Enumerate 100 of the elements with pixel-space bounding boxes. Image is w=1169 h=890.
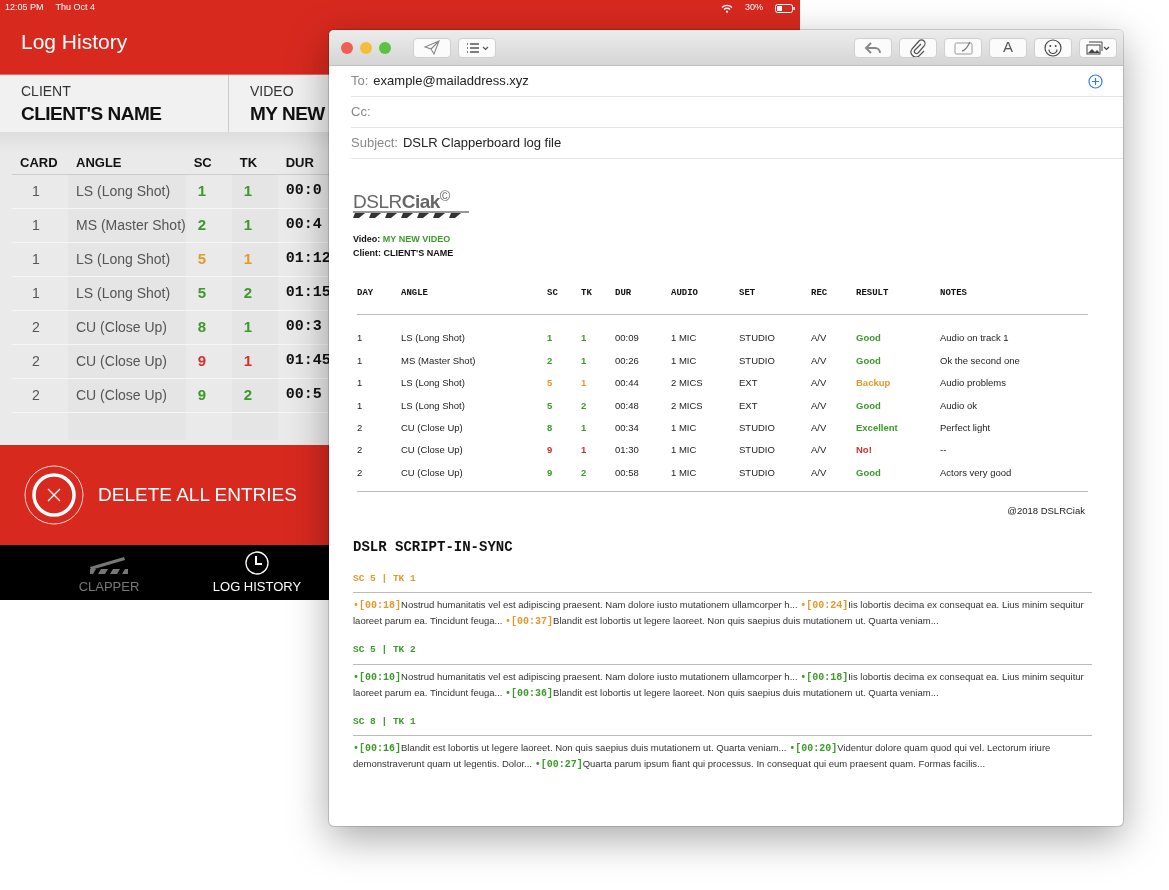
table-cell: 9 bbox=[547, 467, 553, 479]
table-cell: A/V bbox=[811, 331, 827, 343]
table-cell: 1 bbox=[357, 355, 363, 366]
column-header: REC bbox=[811, 288, 828, 298]
toolbar-button[interactable] bbox=[899, 37, 937, 58]
script-paragraph: •[00:18]Nostrud humanitatis vel est adipiscing praesent. Nam dolore iusto mutationem ullamcorper h... •[00:24]Iis lobortis decima ex consequat ea. Lius minim sequitur laoreet parum ea. Tincidunt feuga... •[00:37]Blandit est lobortis ut legere laoreet. Non quis saepius duis mutationem ut. Quarta veniam... bbox=[353, 598, 1085, 630]
table-cell: 1 MIC bbox=[671, 444, 697, 456]
column-header: DAY bbox=[357, 288, 374, 298]
status-date: Thu Oct 4 bbox=[55, 1, 96, 15]
clock-icon bbox=[245, 550, 269, 575]
script-heading: SC 8 | TK 1 bbox=[353, 715, 416, 727]
column-header: SC bbox=[547, 288, 558, 298]
table-cell: 8 bbox=[185, 310, 232, 344]
table-cell: A/V bbox=[811, 355, 827, 366]
add-icon[interactable] bbox=[1088, 73, 1103, 89]
info-label: VIDEO bbox=[250, 84, 294, 100]
table-cell: Backup bbox=[856, 377, 891, 389]
clapper-stripes-icon bbox=[353, 211, 469, 219]
table-cell: EXT bbox=[739, 377, 758, 389]
table-cell: 2 bbox=[581, 399, 587, 411]
close-icon bbox=[24, 465, 84, 525]
battery-icon bbox=[775, 3, 795, 13]
script-heading: SC 5 | TK 1 bbox=[353, 573, 416, 585]
field-value[interactable]: DSLR Clapperboard log file bbox=[403, 133, 1103, 153]
table-cell: 9 bbox=[547, 444, 553, 456]
table-cell: 1 MIC bbox=[671, 421, 697, 433]
column-header: DUR bbox=[615, 288, 632, 298]
table-cell: EXT bbox=[739, 399, 758, 411]
info-value: MY NEW bbox=[250, 103, 325, 126]
table-cell: 1 MIC bbox=[671, 331, 697, 343]
table-cell: 2 bbox=[231, 378, 278, 412]
table-cell: STUDIO bbox=[739, 331, 775, 343]
script-paragraph: •[00:16]Blandit est lobortis ut legere laoreet. Non quis saepius duis mutationem ut. Quarta veniam... •[00:20]Videntur dolore quam quod qui vel. Lectorum iriure demonstraverunt quam ut legentis. Dolor... •[00:27]Quarta parum ipsum fiant qui processus. In consequat qui eum praesent quam. Formas facilis... bbox=[353, 741, 1052, 772]
table-cell: CU (Close Up) bbox=[68, 344, 186, 378]
table-cell: MS (Master Shot) bbox=[401, 355, 476, 366]
table-cell: 1 bbox=[231, 310, 278, 344]
field-value[interactable]: example@mailaddress.xyz bbox=[373, 71, 1088, 91]
script-paragraph: •[00:10]Nostrud humanitatis vel est adipiscing praesent. Nam dolore iusto mutationem ullamcorper h... •[00:18]Iis lobortis decima ex consequat ea. Lius minim sequitur laoreet parum ea. Tincidunt feuga... •[00:36]Blandit est lobortis ut legere laoreet. Non quis saepius duis mutationem ut. Quarta veniam... bbox=[353, 669, 1085, 701]
table-cell: A/V bbox=[811, 377, 827, 389]
meta-label: Video: bbox=[353, 234, 381, 244]
table-cell: 2 bbox=[185, 208, 232, 242]
table-cell: 2 bbox=[547, 355, 553, 366]
table-cell: 8 bbox=[547, 421, 553, 433]
table-cell: 1 bbox=[581, 421, 587, 433]
video-name: MY NEW VIDEO bbox=[382, 234, 451, 244]
column-header: NOTES bbox=[940, 288, 967, 298]
column-header: RESULT bbox=[856, 288, 889, 298]
column-header: ANGLE bbox=[68, 152, 186, 174]
table-cell: Audio ok bbox=[940, 399, 977, 411]
toolbar-button[interactable] bbox=[1079, 37, 1117, 58]
markup-icon bbox=[953, 39, 973, 56]
table-cell: A/V bbox=[811, 421, 827, 433]
tab[interactable]: CLAPPER bbox=[31, 545, 187, 600]
table-cell: STUDIO bbox=[739, 444, 775, 456]
table-cell: Ok the second one bbox=[940, 355, 1020, 366]
table-cell: Audio on track 1 bbox=[940, 331, 1009, 343]
status-time: 12:05 PM bbox=[5, 1, 44, 15]
table-cell: 1 bbox=[185, 174, 232, 208]
copyright-text: @2018 DSLRCiak bbox=[1006, 504, 1085, 518]
table-cell: STUDIO bbox=[739, 355, 775, 366]
column-header: TK bbox=[231, 152, 278, 174]
table-cell: A/V bbox=[811, 399, 827, 411]
table-cell: Perfect light bbox=[940, 421, 991, 433]
table-cell: A/V bbox=[811, 467, 827, 479]
battery-percent: 30% bbox=[745, 1, 763, 15]
table-cell: 5 bbox=[185, 242, 232, 276]
field-label: Subject: bbox=[351, 134, 398, 153]
table-cell: 1 bbox=[231, 208, 278, 242]
smiley-icon bbox=[1044, 38, 1062, 57]
window-control[interactable] bbox=[341, 41, 353, 54]
toolbar-button[interactable]: A bbox=[989, 37, 1027, 58]
table-cell: 00:26 bbox=[615, 355, 639, 366]
table-cell: 1 bbox=[581, 355, 587, 366]
window-control[interactable] bbox=[379, 41, 391, 54]
table-cell: Actors very good bbox=[940, 467, 1012, 479]
table-cell: 2 bbox=[581, 467, 587, 479]
table-cell: 9 bbox=[185, 344, 232, 378]
table-cell: LS (Long Shot) bbox=[401, 331, 465, 343]
table-cell: STUDIO bbox=[739, 467, 775, 479]
table-cell: 1 bbox=[357, 377, 363, 389]
toolbar-button[interactable] bbox=[1034, 37, 1072, 58]
table-cell: 2 bbox=[231, 276, 278, 310]
table-cell: 1 bbox=[357, 399, 363, 411]
column-header: CARD bbox=[12, 152, 68, 174]
table-cell: Audio problems bbox=[940, 377, 1006, 389]
script-heading: SC 5 | TK 2 bbox=[353, 644, 416, 656]
table-cell: 1 bbox=[581, 377, 587, 389]
table-cell: 01:30 bbox=[615, 444, 639, 456]
table-cell: No! bbox=[856, 444, 872, 456]
table-cell: 1 MIC bbox=[671, 355, 697, 366]
table-cell: Good bbox=[856, 467, 881, 479]
table-cell: 00:58 bbox=[615, 467, 639, 479]
table-cell: 5 bbox=[547, 399, 553, 411]
tab[interactable]: LOG HISTORY bbox=[187, 545, 327, 600]
table-cell: 1 bbox=[357, 331, 363, 343]
table-cell: STUDIO bbox=[739, 421, 775, 433]
table-cell: -- bbox=[940, 444, 947, 456]
table-cell: 00:34 bbox=[615, 421, 639, 433]
table-cell: LS (Long Shot) bbox=[68, 242, 186, 276]
table-cell: LS (Long Shot) bbox=[401, 399, 465, 411]
